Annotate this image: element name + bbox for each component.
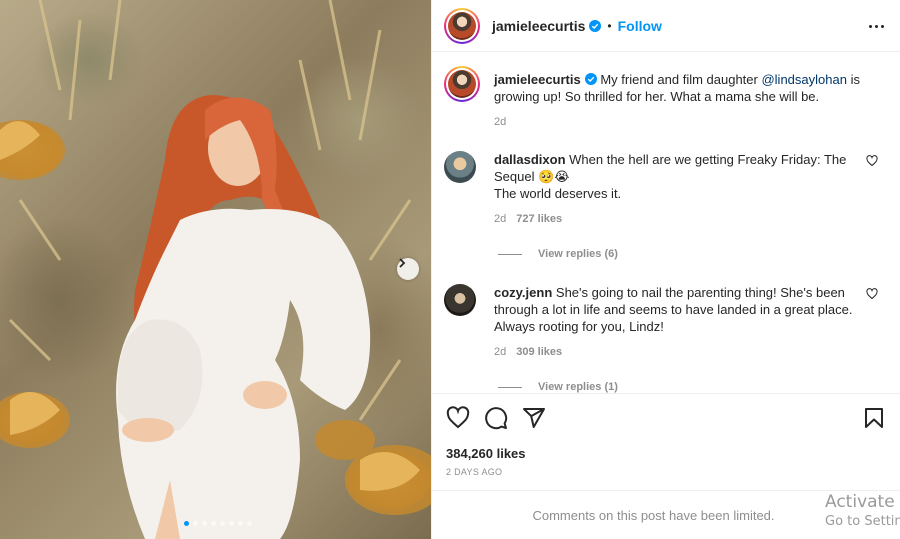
post-actions: 384,260 likes 2 DAYS AGO	[432, 393, 900, 477]
carousel-dot	[211, 521, 216, 526]
watermark-line1: Activate W	[825, 492, 900, 512]
comment-item: dallasdixon When the hell are we getting…	[444, 151, 888, 228]
comment-likes[interactable]: 309 likes	[516, 344, 562, 361]
verified-badge-icon	[584, 73, 597, 85]
view-replies-button[interactable]: View replies (1)	[498, 381, 888, 393]
post-likes-count[interactable]: 384,260 likes	[446, 446, 886, 461]
caption-text: My friend and film daughter	[596, 72, 762, 87]
commenter-avatar[interactable]	[444, 151, 476, 183]
caption-mention-link[interactable]: @lindsaylohan	[761, 72, 846, 87]
follow-button[interactable]: Follow	[618, 18, 662, 34]
watermark-line2: Go to Settin	[825, 514, 900, 529]
post-caption: jamieleecurtis My friend and film daught…	[444, 66, 888, 131]
carousel-dot	[193, 521, 198, 526]
carousel-dot	[184, 521, 189, 526]
comment-likes[interactable]: 727 likes	[516, 211, 562, 228]
author-avatar[interactable]	[444, 7, 480, 44]
author-username[interactable]: jamieleecurtis	[492, 18, 585, 34]
avatar-image	[448, 11, 476, 40]
view-replies-label[interactable]: View replies (6)	[538, 248, 618, 260]
post-date[interactable]: 2 DAYS AGO	[446, 467, 886, 477]
view-replies-label[interactable]: View replies (1)	[538, 381, 618, 393]
save-button[interactable]	[862, 406, 886, 430]
caption-username[interactable]: jamieleecurtis	[494, 72, 581, 87]
share-button[interactable]	[522, 406, 546, 430]
send-icon	[523, 408, 545, 428]
comment-username[interactable]: cozy.jenn	[494, 285, 552, 300]
comment-icon	[485, 407, 508, 430]
replies-line	[498, 253, 522, 255]
post-side-panel: jamieleecurtis • Follow jamieleecurtis M…	[431, 0, 900, 539]
carousel-dot	[247, 521, 252, 526]
carousel-dot	[220, 521, 225, 526]
more-options-icon[interactable]	[866, 16, 886, 36]
comment-like-heart-icon[interactable]	[866, 288, 878, 300]
carousel-dot	[229, 521, 234, 526]
comment-text-line2: The world deserves it.	[494, 186, 622, 201]
commenter-avatar[interactable]	[444, 284, 476, 316]
comment-time[interactable]: 2d	[494, 344, 506, 361]
comment-meta: 2d 727 likes	[494, 211, 866, 228]
post-image[interactable]	[0, 0, 431, 539]
windows-activation-watermark: Activate W Go to Settin	[825, 492, 900, 529]
replies-line	[498, 386, 522, 388]
comments-list: jamieleecurtis My friend and film daught…	[432, 53, 900, 393]
separator-dot: •	[607, 18, 612, 33]
caption-author-avatar[interactable]	[444, 66, 480, 102]
comment-item: cozy.jenn She's going to nail the parent…	[444, 284, 888, 361]
comment-button[interactable]	[484, 406, 508, 430]
like-button[interactable]	[446, 406, 470, 430]
heart-icon	[446, 406, 470, 429]
comment-like-heart-icon[interactable]	[866, 155, 878, 167]
caption-meta: 2d	[494, 114, 866, 131]
comment-meta: 2d 309 likes	[494, 344, 866, 361]
bookmark-icon	[865, 408, 883, 428]
post-image-illustration	[0, 0, 431, 539]
view-replies-button[interactable]: View replies (6)	[498, 248, 888, 260]
carousel-dots	[184, 521, 252, 526]
next-slide-button[interactable]	[397, 258, 419, 280]
comment-time[interactable]: 2d	[494, 211, 506, 228]
caption-time[interactable]: 2d	[494, 114, 506, 131]
carousel-dot	[238, 521, 243, 526]
avatar-image	[448, 70, 476, 98]
chevron-right-icon	[399, 258, 406, 268]
comment-username[interactable]: dallasdixon	[494, 152, 566, 167]
verified-badge-icon	[589, 19, 602, 32]
carousel-dot	[202, 521, 207, 526]
post-header: jamieleecurtis • Follow	[432, 0, 900, 52]
